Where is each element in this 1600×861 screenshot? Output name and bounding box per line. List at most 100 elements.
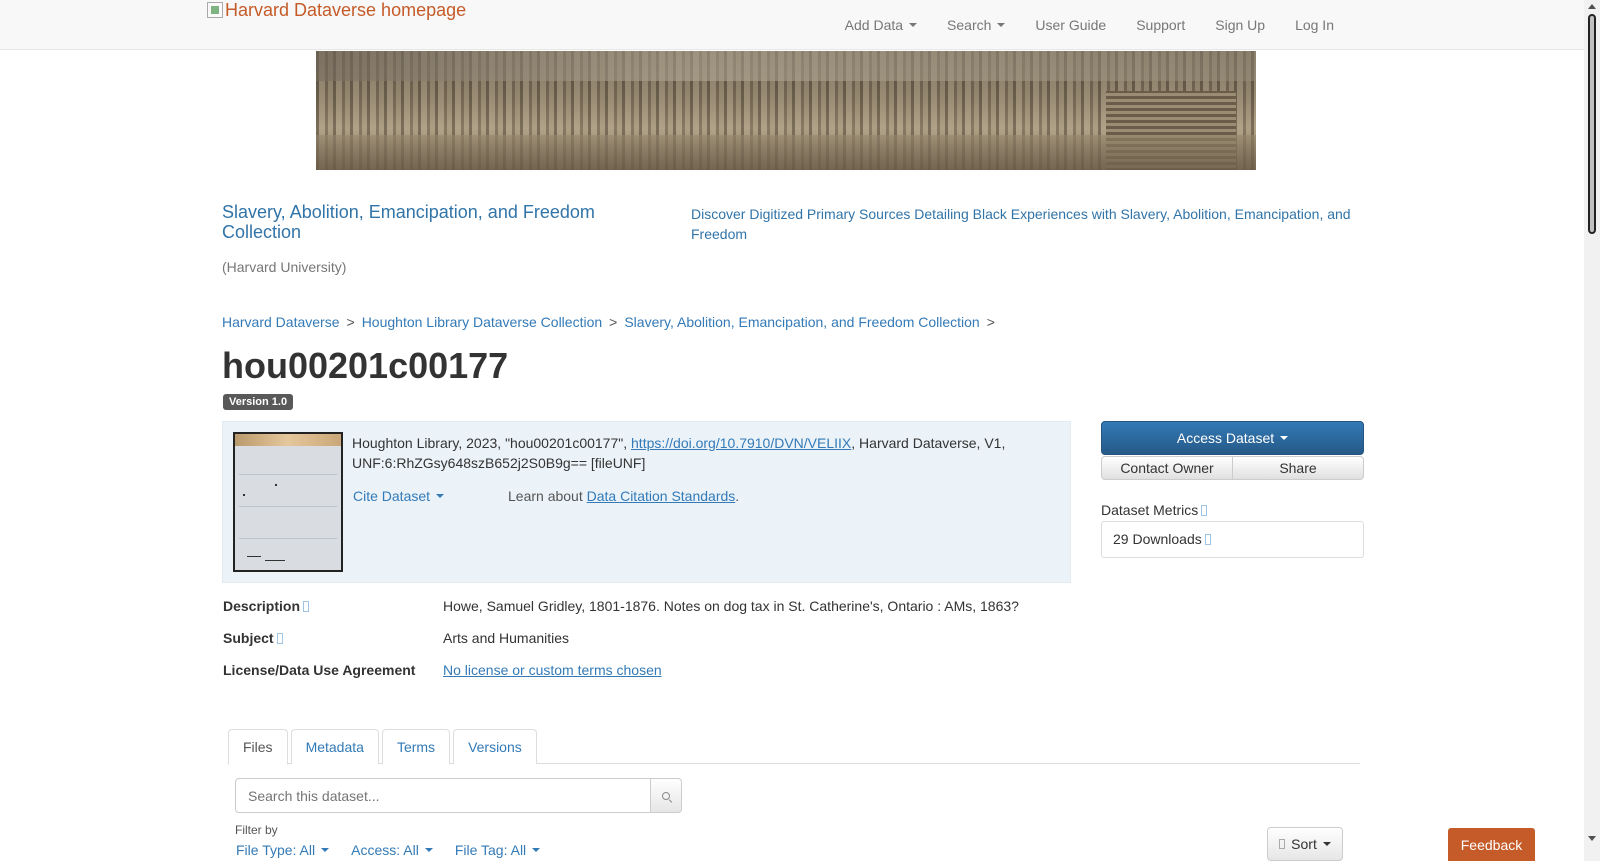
nav-menu: Add Data Search User Guide Support Sign … (815, 0, 1334, 50)
filter-access[interactable]: Access: All (351, 842, 433, 858)
info-icon[interactable] (1201, 505, 1208, 516)
file-search (235, 778, 682, 813)
citation-box: Houghton Library, 2023, "hou00201c00177"… (222, 421, 1071, 583)
access-dataset-button[interactable]: Access Dataset (1101, 421, 1364, 455)
filter-access-label: Access: All (351, 842, 419, 858)
breadcrumb-item-collection[interactable]: Slavery, Abolition, Emancipation, and Fr… (624, 314, 979, 330)
filter-label: Filter by (235, 823, 278, 837)
dataset-metrics-heading: Dataset Metrics (1101, 502, 1208, 518)
caret-down-icon (424, 848, 433, 852)
subject-label: Subject (223, 630, 443, 646)
data-citation-standards-link[interactable]: Data Citation Standards (587, 488, 736, 504)
brand-alt-text: Harvard Dataverse homepage (225, 0, 467, 20)
breadcrumb-item-harvard-dataverse[interactable]: Harvard Dataverse (222, 314, 340, 330)
tab-versions[interactable]: Versions (453, 729, 537, 764)
filter-file-tag[interactable]: File Tag: All (454, 842, 541, 858)
citation-standards-note: Learn about Data Citation Standards. (508, 488, 739, 504)
description-label: Description (223, 598, 443, 614)
metrics-panel: 29 Downloads (1101, 521, 1364, 558)
share-button[interactable]: Share (1233, 456, 1364, 480)
caret-down-icon (321, 848, 330, 852)
license-label: License/Data Use Agreement (223, 662, 416, 678)
banner-sky (316, 51, 1256, 81)
breadcrumb-separator: > (346, 314, 355, 330)
sort-icon (1279, 839, 1286, 849)
dataset-actions-group: Contact Owner Share (1101, 456, 1364, 480)
version-badge: Version 1.0 (223, 394, 294, 410)
downloads-count: 29 Downloads (1113, 531, 1202, 547)
banner-ground (316, 135, 1256, 170)
thumbnail-mark (265, 560, 285, 561)
dataset-tabs: Files Metadata Terms Versions (228, 729, 1360, 765)
license-value: No license or custom terms chosen (443, 662, 662, 678)
brand-logo-link[interactable]: Harvard Dataverse homepage (207, 0, 466, 20)
breadcrumb: Harvard Dataverse > Houghton Library Dat… (222, 314, 1002, 330)
collection-title-link[interactable]: Slavery, Abolition, Emancipation, and Fr… (222, 202, 662, 242)
description-row: Description Howe, Samuel Gridley, 1801-1… (223, 598, 1019, 614)
breadcrumb-separator: > (609, 314, 618, 330)
broken-image-icon (207, 2, 223, 18)
subject-row: Subject Arts and Humanities (223, 630, 569, 646)
filter-file-type[interactable]: File Type: All (236, 842, 330, 858)
info-icon[interactable] (276, 633, 283, 644)
nav-add-data-label: Add Data (844, 17, 904, 33)
page-scrollbar[interactable] (1584, 0, 1600, 861)
access-dataset-label: Access Dataset (1176, 430, 1275, 446)
tab-files[interactable]: Files (228, 729, 288, 765)
caret-down-icon (1322, 842, 1331, 846)
subject-value: Arts and Humanities (443, 630, 570, 646)
dataset-thumbnail (233, 432, 343, 572)
license-link[interactable]: No license or custom terms chosen (443, 662, 662, 678)
breadcrumb-separator: > (986, 314, 995, 330)
caret-down-icon (1280, 436, 1289, 440)
collection-tagline[interactable]: Discover Digitized Primary Sources Detai… (691, 204, 1371, 244)
filter-file-type-label: File Type: All (236, 842, 316, 858)
thumbnail-edge (235, 434, 341, 446)
scroll-up-arrow-icon[interactable] (1588, 4, 1596, 9)
citation-text: Houghton Library, 2023, "hou00201c00177"… (352, 433, 1052, 473)
sort-button[interactable]: Sort (1267, 827, 1343, 861)
file-filters: File Type: All Access: All File Tag: All (236, 842, 562, 858)
thumbnail-line (239, 506, 337, 507)
feedback-button[interactable]: Feedback (1448, 828, 1535, 861)
tab-metadata[interactable]: Metadata (290, 729, 379, 764)
citation-prefix: Houghton Library, 2023, "hou00201c00177"… (352, 435, 632, 451)
info-icon[interactable] (1204, 534, 1211, 545)
breadcrumb-item-houghton-library[interactable]: Houghton Library Dataverse Collection (362, 314, 602, 330)
license-row: License/Data Use Agreement No license or… (223, 662, 662, 678)
info-icon[interactable] (303, 601, 310, 612)
citation-doi-link[interactable]: https://doi.org/10.7910/DVN/VELIIX (631, 435, 851, 451)
page-title: hou00201c00177 (222, 345, 509, 386)
nav-user-guide[interactable]: User Guide (1035, 17, 1106, 33)
scrollbar-thumb[interactable] (1588, 14, 1596, 234)
nav-search[interactable]: Search (947, 17, 1006, 33)
top-navbar: Harvard Dataverse homepage Add Data Sear… (0, 0, 1584, 50)
filter-file-tag-label: File Tag: All (454, 842, 527, 858)
description-label-text: Description (223, 598, 301, 614)
metrics-heading-label: Dataset Metrics (1101, 502, 1199, 518)
search-icon (662, 791, 670, 800)
tab-terms[interactable]: Terms (381, 729, 451, 764)
learn-suffix: . (735, 488, 740, 504)
caret-down-icon (436, 494, 445, 498)
nav-support[interactable]: Support (1136, 17, 1185, 33)
contact-owner-button[interactable]: Contact Owner (1101, 456, 1233, 480)
collection-affiliation: (Harvard University) (222, 259, 347, 275)
description-value: Howe, Samuel Gridley, 1801-1876. Notes o… (443, 598, 1019, 614)
nav-sign-up[interactable]: Sign Up (1215, 17, 1265, 33)
caret-down-icon (532, 848, 541, 852)
search-input[interactable] (235, 778, 651, 813)
thumbnail-mark (275, 484, 277, 486)
nav-search-label: Search (947, 17, 992, 33)
search-button[interactable] (651, 778, 682, 813)
caret-down-icon (909, 23, 918, 27)
sort-label: Sort (1291, 836, 1317, 852)
cite-dataset-button[interactable]: Cite Dataset (353, 488, 445, 504)
nav-log-in[interactable]: Log In (1295, 17, 1334, 33)
scroll-down-arrow-icon[interactable] (1588, 836, 1596, 841)
thumbnail-line (239, 538, 337, 539)
thumbnail-line (239, 474, 337, 475)
nav-add-data[interactable]: Add Data (844, 17, 918, 33)
caret-down-icon (997, 23, 1006, 27)
cite-dataset-label: Cite Dataset (353, 488, 431, 504)
